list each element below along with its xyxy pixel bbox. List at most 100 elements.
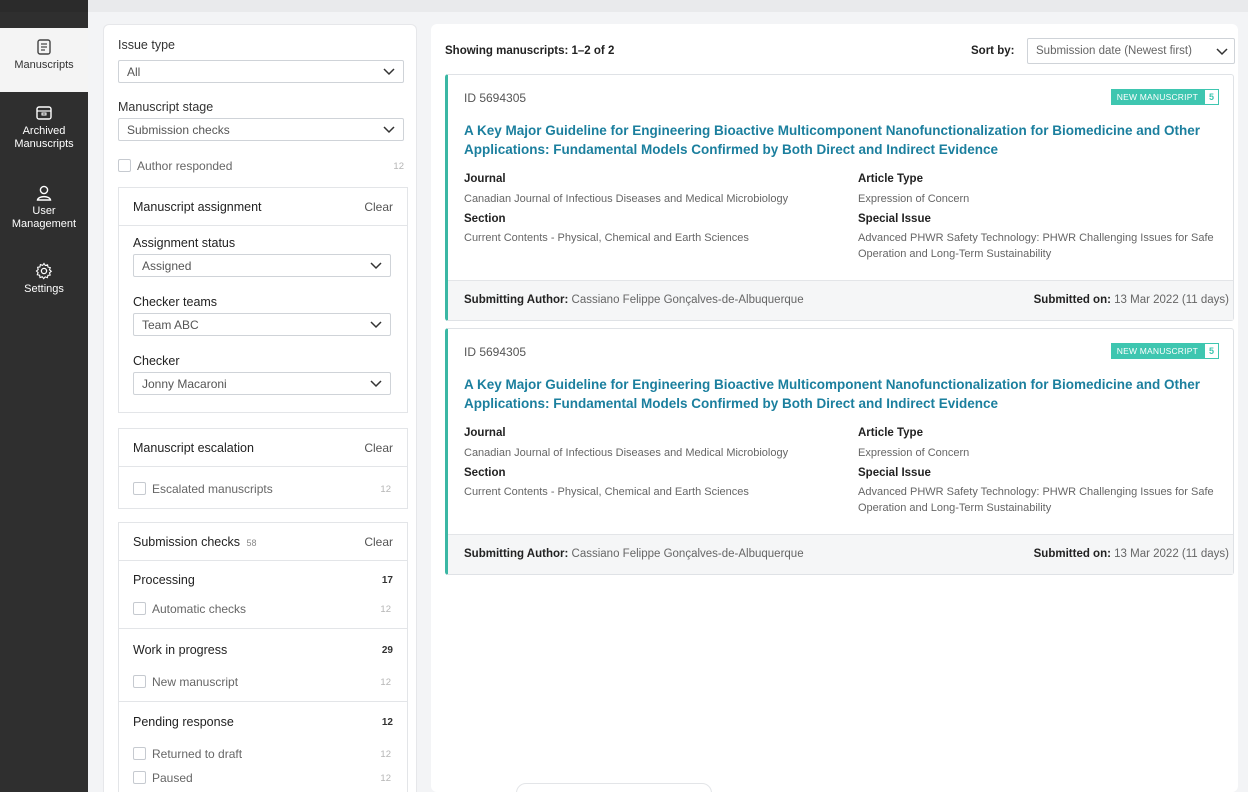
submitting-author: Submitting Author: Cassiano Felippe Gonç…	[464, 548, 804, 560]
assignment-status-value: Assigned	[142, 259, 192, 273]
submitting-author-label: Submitting Author:	[464, 548, 569, 560]
paused-label: Paused	[152, 771, 193, 785]
submission-checks-clear-button[interactable]: Clear	[364, 535, 393, 549]
manuscript-title-link[interactable]: A Key Major Guideline for Engineering Bi…	[464, 121, 1224, 159]
new-manuscript-checkbox[interactable]	[133, 675, 146, 688]
sidebar-item-user-management[interactable]: User Management	[0, 184, 88, 231]
chevron-down-icon	[370, 321, 382, 329]
manuscripts-icon	[37, 39, 51, 55]
archive-icon	[36, 106, 52, 120]
checker-select[interactable]: Jonny Macaroni	[133, 372, 391, 395]
chevron-down-icon	[370, 380, 382, 388]
article-type-label: Article Type	[858, 427, 923, 439]
journal-value: Canadian Journal of Infectious Diseases …	[464, 193, 789, 205]
submission-checks-group: Submission checks 58 Clear Processing 17…	[118, 522, 408, 792]
status-badge-count: 5	[1203, 89, 1219, 105]
submission-checks-title-text: Submission checks	[133, 535, 240, 549]
card-footer: Submitting Author: Cassiano Felippe Gonç…	[448, 534, 1233, 574]
manuscript-stage-value: Submission checks	[127, 123, 230, 137]
escalated-label: Escalated manuscripts	[152, 482, 273, 496]
manuscript-card[interactable]: ID 5694305 NEW MANUSCRIPT 5 A Key Major …	[445, 328, 1234, 575]
returned-to-draft-checkbox[interactable]	[133, 747, 146, 760]
status-badge: NEW MANUSCRIPT 5	[1110, 343, 1219, 359]
submitted-on: Submitted on: 13 Mar 2022 (11 days)	[1034, 294, 1229, 306]
sidebar-item-label: Archived Manuscripts	[14, 125, 74, 150]
filter-panel: Issue type All Manuscript stage Submissi…	[103, 24, 417, 792]
submitted-on-label: Submitted on:	[1033, 548, 1111, 560]
section-label: Section	[464, 213, 506, 225]
automatic-checks-count: 12	[380, 604, 391, 615]
manuscript-title-link[interactable]: A Key Major Guideline for Engineering Bi…	[464, 375, 1224, 413]
escalation-title: Manuscript escalation	[133, 441, 254, 455]
chevron-down-icon	[383, 126, 395, 134]
automatic-checks-checkbox[interactable]	[133, 602, 146, 615]
submitting-author-name: Cassiano Felippe Gonçalves-de-Albuquerqu…	[571, 548, 804, 560]
submission-checks-title: Submission checks 58	[133, 535, 257, 549]
assignment-header: Manuscript assignment Clear	[119, 188, 407, 226]
new-manuscript-count: 12	[380, 677, 391, 688]
status-badge: NEW MANUSCRIPT 5	[1110, 89, 1219, 105]
special-issue-value: Advanced PHWR Safety Technology: PHWR Ch…	[858, 486, 1214, 514]
checker-teams-select[interactable]: Team ABC	[133, 313, 391, 336]
paused-checkbox[interactable]	[133, 771, 146, 784]
sidebar: Manuscripts Archived Manuscripts User Ma…	[0, 12, 88, 792]
journal-label: Journal	[464, 427, 506, 439]
returned-to-draft-label: Returned to draft	[152, 747, 243, 761]
assignment-status-select[interactable]: Assigned	[133, 254, 391, 277]
wip-count: 29	[381, 645, 393, 656]
sidebar-item-label: Manuscripts	[14, 59, 74, 71]
assignment-clear-button[interactable]: Clear	[364, 200, 393, 214]
submitting-author-name: Cassiano Felippe Gonçalves-de-Albuquerqu…	[571, 294, 804, 306]
escalated-checkbox[interactable]	[133, 482, 146, 495]
sort-select[interactable]: Submission date (Newest first)	[1027, 38, 1235, 64]
checker-teams-value: Team ABC	[142, 318, 199, 332]
new-manuscript-label: New manuscript	[152, 675, 239, 689]
divider	[119, 701, 407, 702]
sidebar-item-settings[interactable]: Settings	[0, 262, 88, 296]
checker-label: Checker	[133, 354, 180, 368]
wip-label: Work in progress	[133, 643, 228, 657]
author-responded-label: Author responded	[137, 159, 233, 173]
article-type-label: Article Type	[858, 173, 923, 185]
processing-count: 17	[381, 575, 393, 586]
submitted-on-date: 13 Mar 2022 (11 days)	[1114, 294, 1229, 306]
author-responded-count: 12	[393, 161, 404, 172]
submitted-on-label: Submitted on:	[1033, 294, 1111, 306]
sort-label: Sort by:	[971, 45, 1015, 57]
top-bar	[0, 0, 1248, 12]
submitting-author: Submitting Author: Cassiano Felippe Gonç…	[464, 294, 804, 306]
results-count: Showing manuscripts: 1–2 of 2	[445, 45, 615, 57]
floating-pill	[516, 783, 712, 792]
issue-type-select[interactable]: All	[118, 60, 404, 83]
sidebar-item-archived[interactable]: Archived Manuscripts	[0, 104, 88, 151]
top-bar-dark	[0, 0, 88, 12]
submission-checks-title-count: 58	[246, 538, 257, 548]
special-issue-value: Advanced PHWR Safety Technology: PHWR Ch…	[858, 232, 1214, 260]
manuscript-card[interactable]: ID 5694305 NEW MANUSCRIPT 5 A Key Major …	[445, 74, 1234, 321]
author-responded-checkbox[interactable]	[118, 159, 131, 172]
escalation-header: Manuscript escalation Clear	[119, 429, 407, 467]
special-issue-label: Special Issue	[858, 467, 931, 479]
issue-type-value: All	[127, 65, 141, 79]
automatic-checks-label: Automatic checks	[152, 602, 247, 616]
sidebar-item-label: User Management	[11, 205, 77, 230]
gear-icon	[35, 262, 53, 280]
manuscript-stage-select[interactable]: Submission checks	[118, 118, 404, 141]
submitted-on: Submitted on: 13 Mar 2022 (11 days)	[1034, 548, 1229, 560]
pending-response-label: Pending response	[133, 715, 234, 729]
manuscript-id: ID 5694305	[464, 91, 527, 105]
checker-teams-label: Checker teams	[133, 295, 218, 309]
checker-value: Jonny Macaroni	[142, 377, 227, 391]
sort-value: Submission date (Newest first)	[1036, 45, 1192, 57]
sidebar-item-manuscripts[interactable]: Manuscripts	[0, 28, 88, 92]
paused-count: 12	[380, 773, 391, 784]
escalated-count: 12	[380, 484, 391, 495]
section-value: Current Contents - Physical, Chemical an…	[464, 486, 749, 498]
escalation-clear-button[interactable]: Clear	[364, 441, 393, 455]
submitting-author-label: Submitting Author:	[464, 294, 569, 306]
pending-response-count: 12	[381, 717, 393, 728]
results-panel: Showing manuscripts: 1–2 of 2 Sort by: S…	[431, 24, 1238, 792]
status-badge-count: 5	[1203, 343, 1219, 359]
section-value: Current Contents - Physical, Chemical an…	[464, 232, 749, 244]
issue-type-label: Issue type	[118, 38, 175, 52]
